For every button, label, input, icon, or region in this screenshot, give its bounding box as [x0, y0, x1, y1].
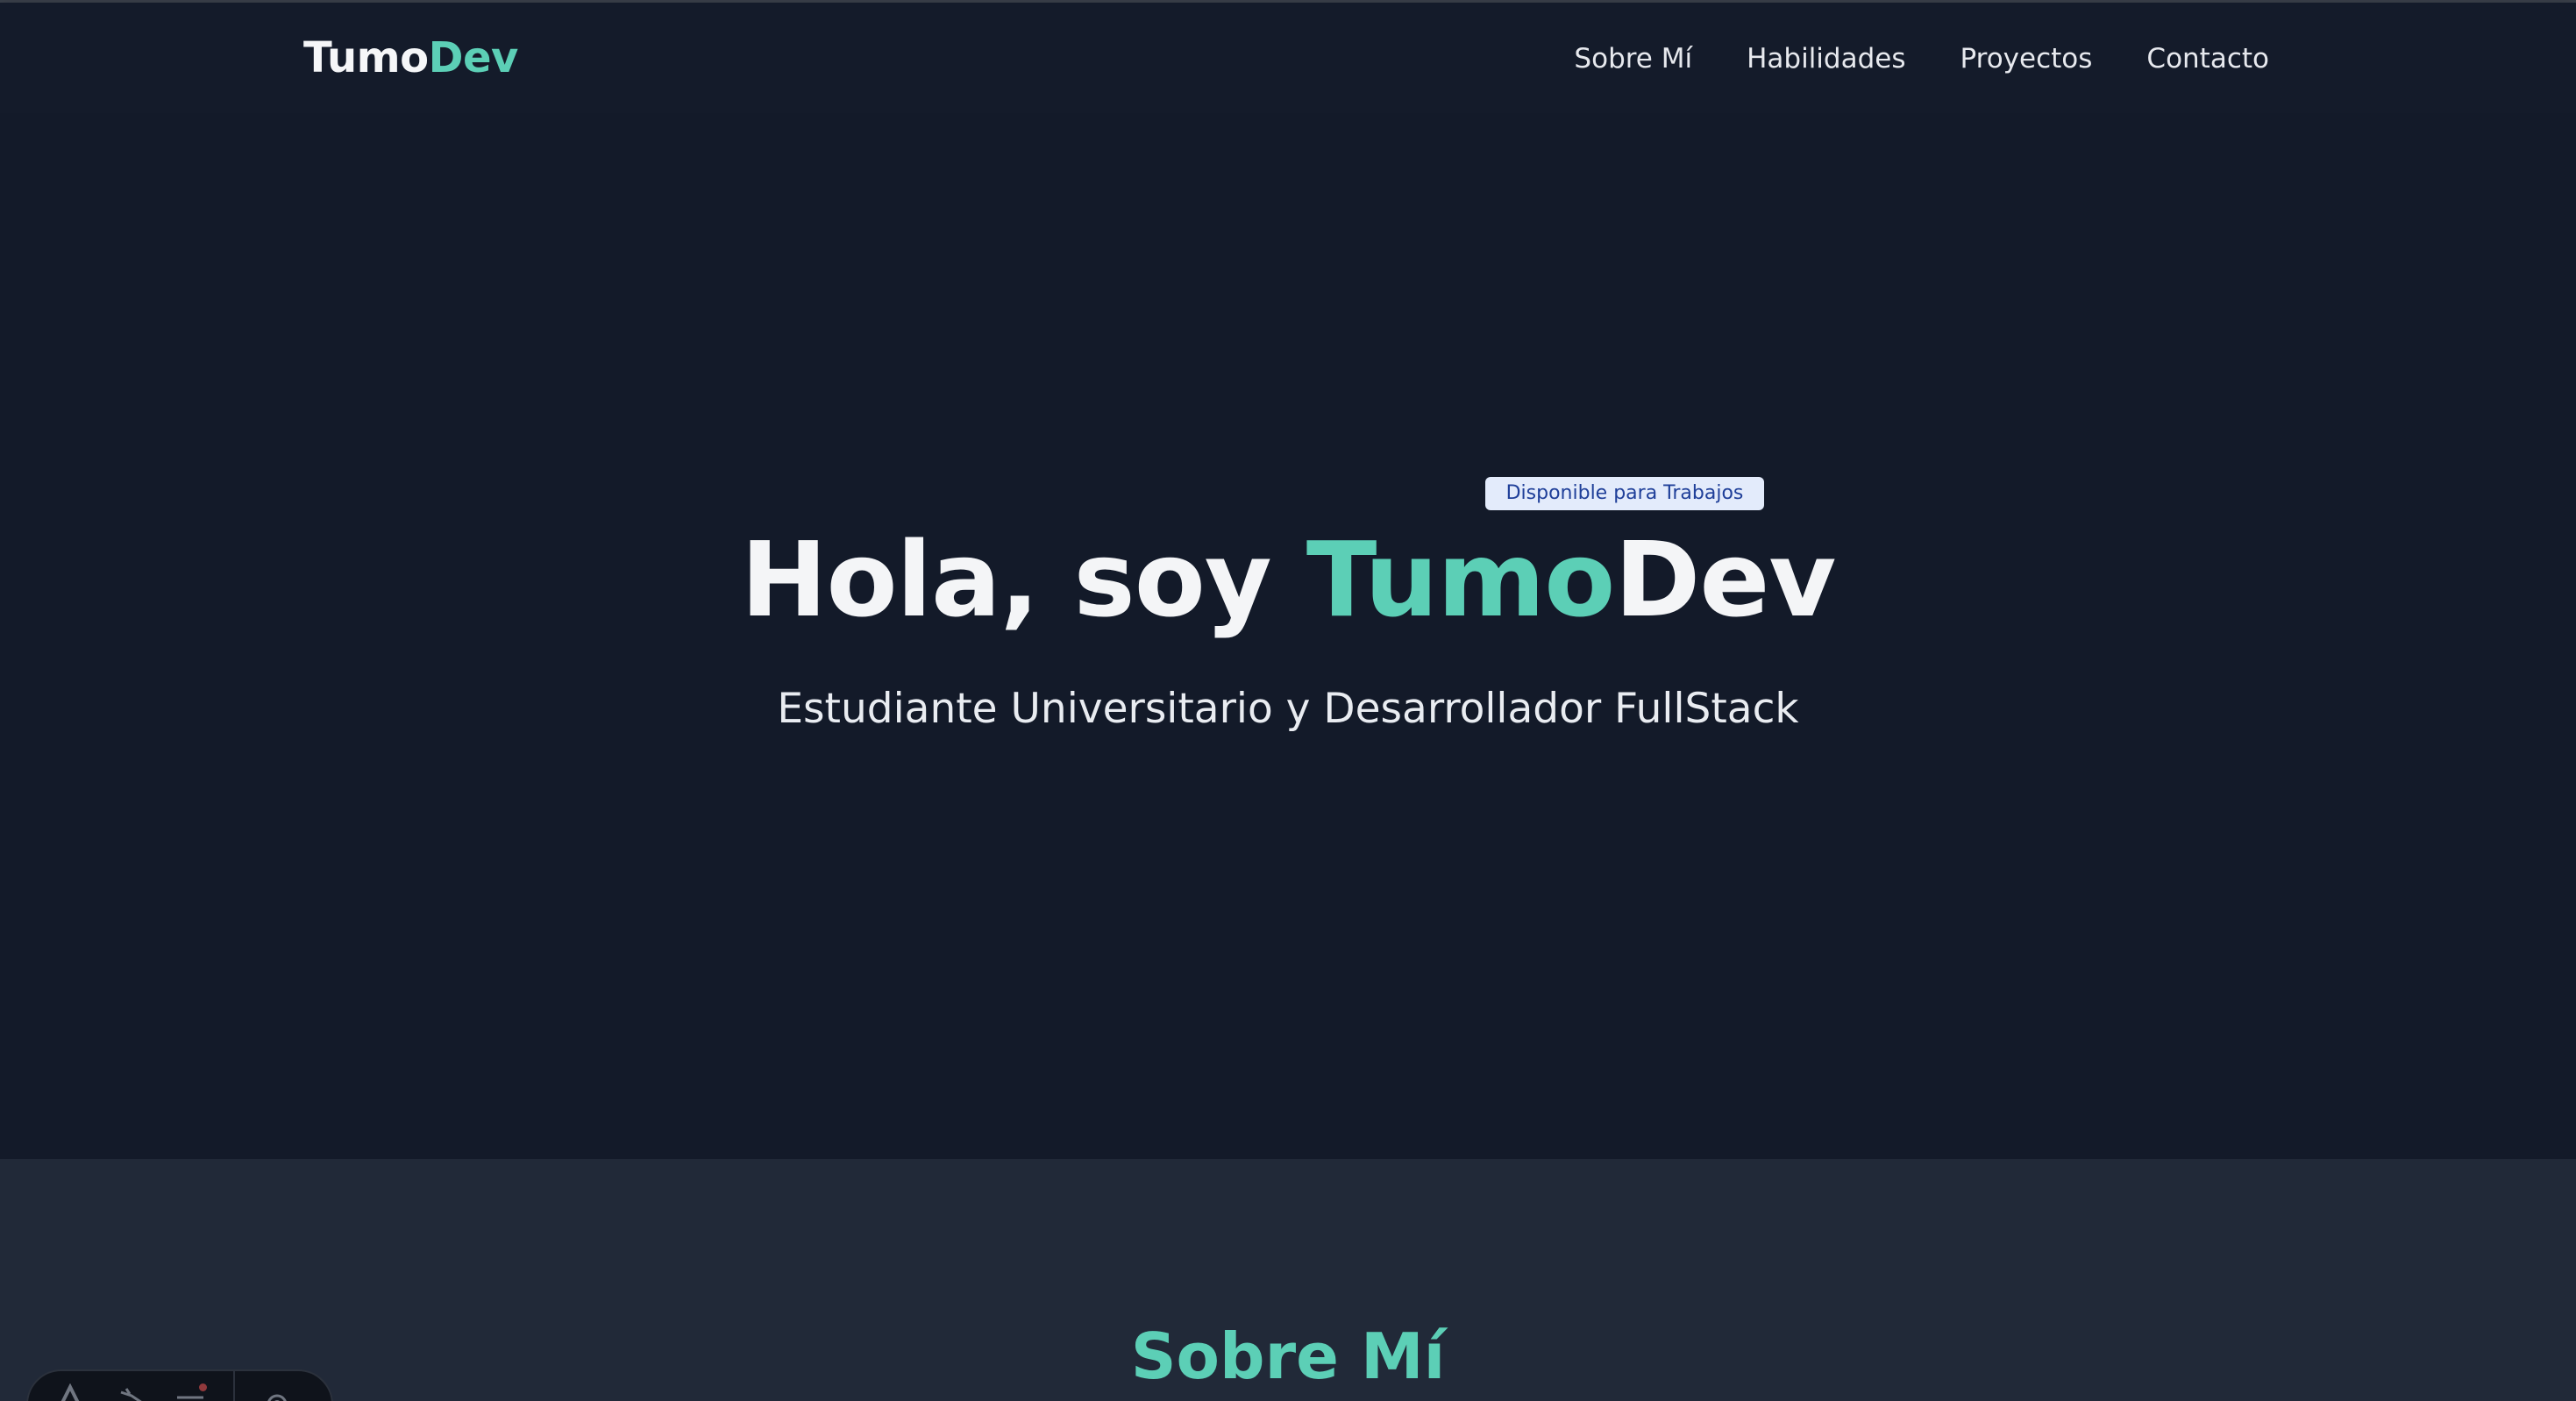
nav-link-proyectos[interactable]: Proyectos — [1960, 38, 2093, 80]
toolbar-divider — [233, 1371, 235, 1401]
nav-link-sobre-mi[interactable]: Sobre Mí — [1574, 38, 1692, 80]
audit-icon[interactable] — [114, 1383, 149, 1401]
brand-text-accent: Dev — [428, 33, 519, 82]
main-nav: Sobre Mí Habilidades Proyectos Contacto — [1574, 38, 2269, 80]
hero-title-prefix: Hola, soy — [740, 519, 1306, 640]
dev-toolbar[interactable] — [26, 1369, 333, 1401]
hero-title-suffix: Dev — [1614, 519, 1836, 640]
hero-section: Disponible para Trabajos Hola, soy TumoD… — [0, 113, 2576, 1159]
nav-link-contacto[interactable]: Contacto — [2146, 38, 2269, 80]
availability-badge: Disponible para Trabajos — [1485, 477, 1764, 510]
gear-icon[interactable] — [260, 1383, 295, 1401]
hero-title-accent: Tumo — [1306, 519, 1616, 640]
brand-logo[interactable]: TumoDev — [303, 32, 518, 83]
nav-link-habilidades[interactable]: Habilidades — [1747, 38, 1905, 80]
hero-subtitle: Estudiante Universitario y Desarrollador… — [777, 685, 1799, 733]
hero-title: Hola, soy TumoDev — [0, 518, 2576, 641]
navbar: TumoDev Sobre Mí Habilidades Proyectos C… — [0, 3, 2576, 113]
notification-dot — [199, 1383, 207, 1391]
about-title: Sobre Mí — [1130, 1319, 1446, 1393]
page: TumoDev Sobre Mí Habilidades Proyectos C… — [0, 0, 2576, 1401]
brand-text-primary: Tumo — [303, 33, 429, 82]
about-section: Sobre Mí — [0, 1159, 2576, 1401]
settings-menu-icon[interactable] — [174, 1383, 209, 1401]
inspect-icon[interactable] — [54, 1383, 89, 1401]
